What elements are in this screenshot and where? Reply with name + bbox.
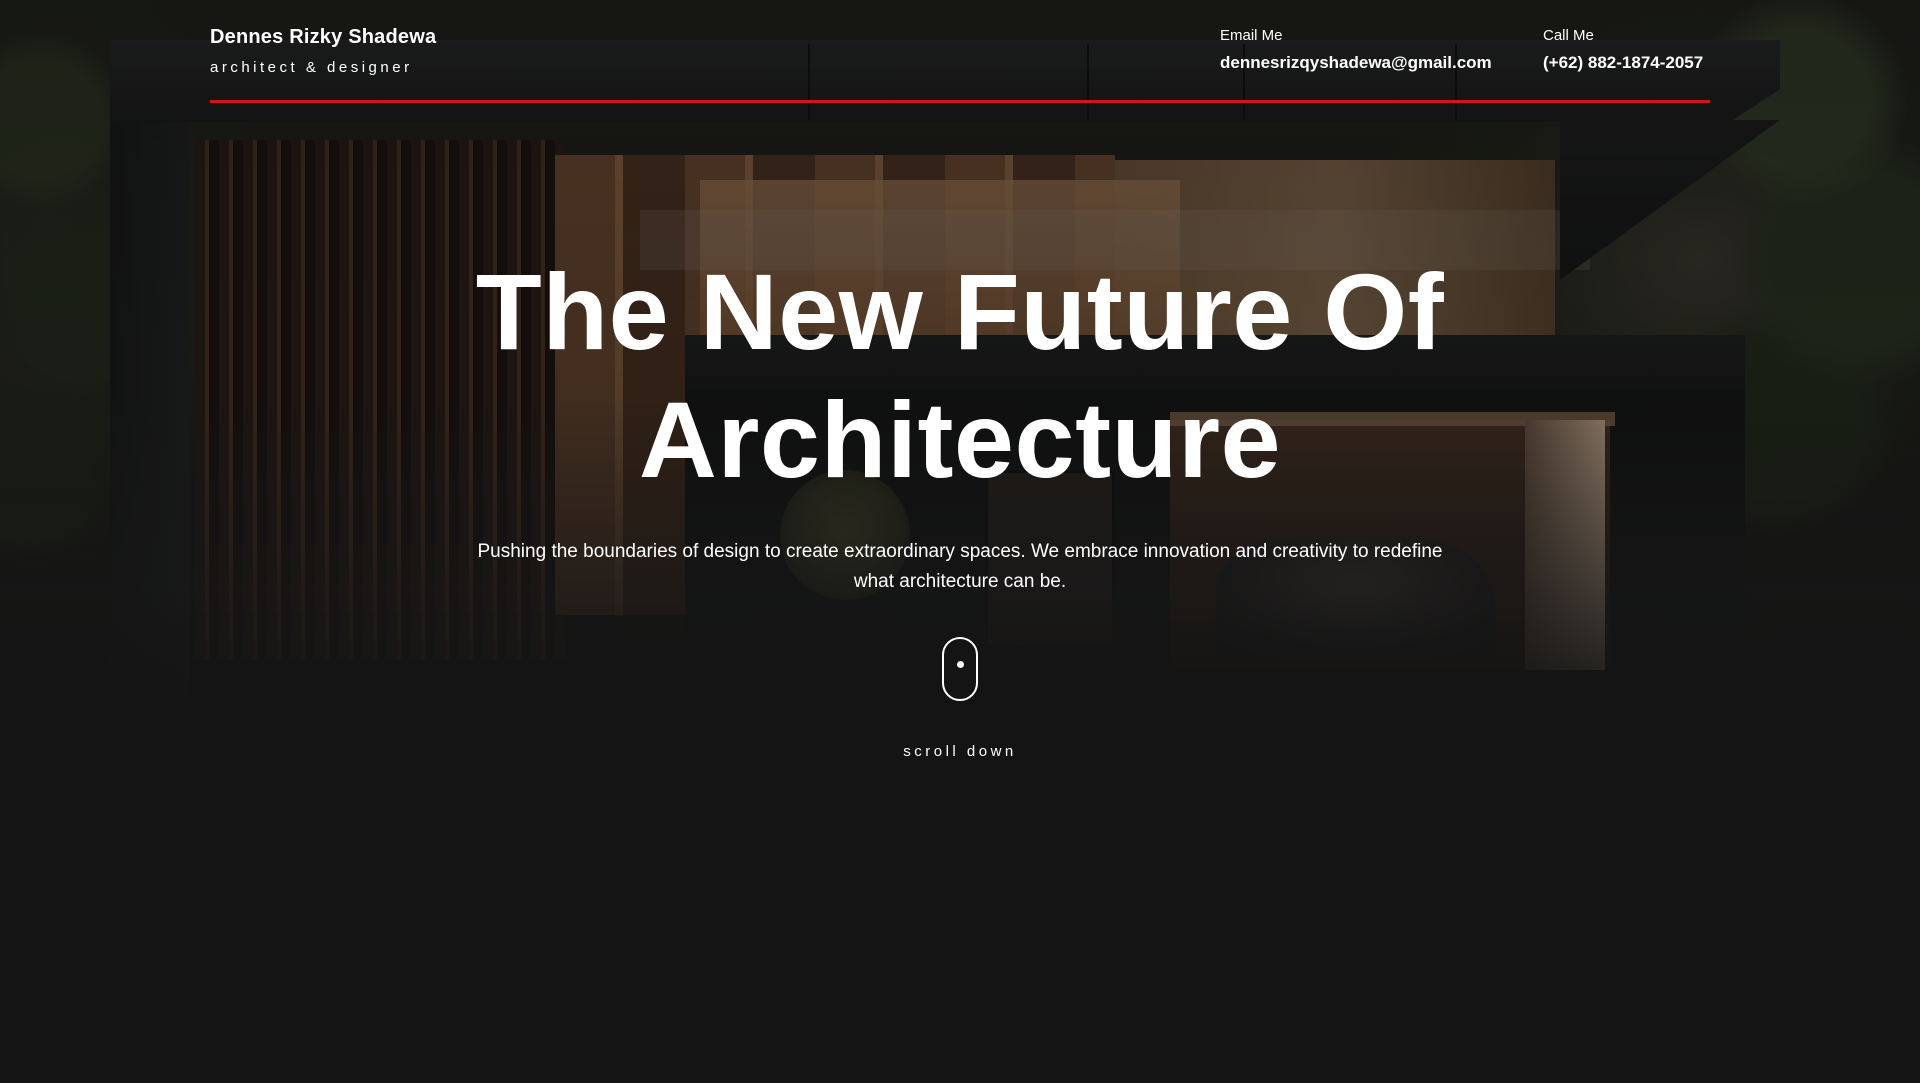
phone-link[interactable]: (+62) 882-1874-2057 bbox=[1543, 53, 1703, 73]
hero-title-line-1: The New Future Of bbox=[475, 251, 1445, 372]
header-divider bbox=[210, 100, 1710, 103]
site-header: Dennes Rizky Shadewa architect & designe… bbox=[210, 0, 1710, 106]
mouse-scroll-icon[interactable] bbox=[942, 637, 978, 701]
brand-tagline: architect & designer bbox=[210, 59, 413, 76]
email-label: Email Me bbox=[1220, 27, 1283, 44]
email-contact: Email Me dennesrizqyshadewa@gmail.com bbox=[1220, 27, 1492, 73]
mouse-wheel-dot bbox=[957, 661, 964, 668]
brand-name[interactable]: Dennes Rizky Shadewa bbox=[210, 26, 436, 49]
phone-contact: Call Me (+62) 882-1874-2057 bbox=[1543, 27, 1703, 73]
scroll-down-label[interactable]: scroll down bbox=[860, 743, 1060, 760]
phone-label: Call Me bbox=[1543, 27, 1594, 44]
hero-title-line-2: Architecture bbox=[638, 379, 1282, 500]
landing-page: Dennes Rizky Shadewa architect & designe… bbox=[0, 0, 1920, 1083]
hero-subtitle: Pushing the boundaries of design to crea… bbox=[477, 541, 1443, 592]
email-link[interactable]: dennesrizqyshadewa@gmail.com bbox=[1220, 53, 1492, 73]
hero-title: The New Future Of Architecture bbox=[360, 248, 1560, 504]
